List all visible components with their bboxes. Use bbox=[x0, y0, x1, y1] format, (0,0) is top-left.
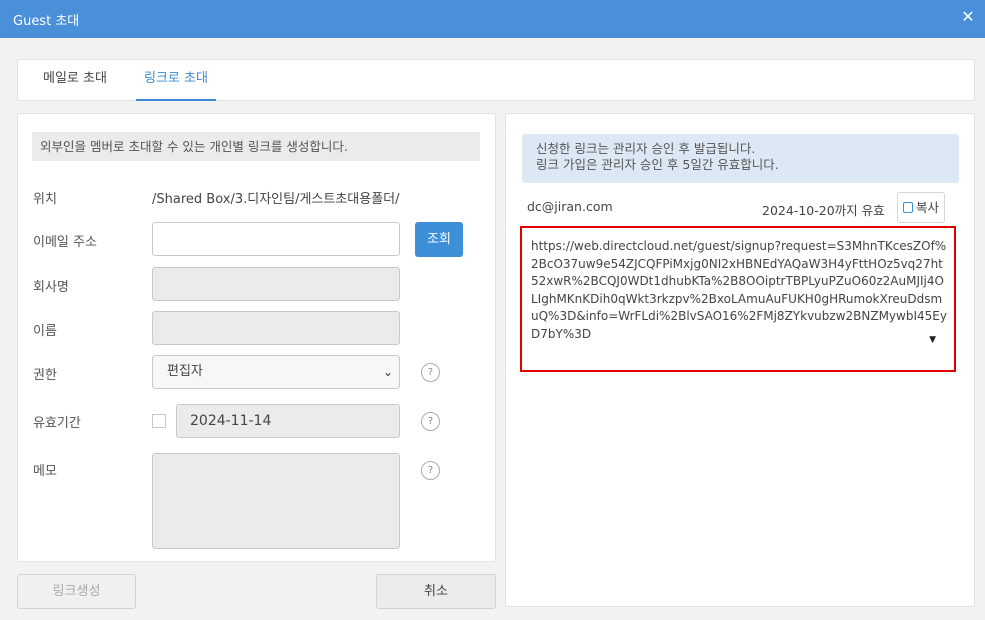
invite-link-url[interactable]: https://web.directcloud.net/guest/signup… bbox=[531, 238, 947, 344]
copy-label: 복사 bbox=[915, 200, 939, 215]
help-icon[interactable]: ? bbox=[421, 412, 440, 431]
expiry-checkbox[interactable] bbox=[152, 414, 166, 428]
expiry-date-input[interactable]: 2024-11-14 bbox=[176, 404, 400, 438]
close-icon[interactable]: ✕ bbox=[961, 8, 975, 26]
permission-label: 권한 bbox=[33, 368, 57, 383]
company-label: 회사명 bbox=[33, 280, 69, 295]
dialog-title: Guest 초대 bbox=[13, 14, 80, 29]
name-input bbox=[152, 311, 400, 345]
dropdown-caret-icon: ▼ bbox=[929, 335, 936, 345]
location-value: /Shared Box/3.디자인팀/게스트초대용폴더/ bbox=[152, 192, 400, 207]
tab-bar: 메일로 초대 링크로 초대 bbox=[17, 59, 975, 101]
invitee-email: dc@jiran.com bbox=[527, 199, 613, 214]
approval-notice: 신청한 링크는 관리자 승인 후 발급됩니다. 링크 가입은 관리자 승인 후 … bbox=[522, 134, 959, 183]
chevron-down-icon: ⌄ bbox=[382, 365, 393, 379]
name-label: 이름 bbox=[33, 324, 57, 339]
company-input bbox=[152, 267, 400, 301]
generate-link-button[interactable]: 링크생성 bbox=[17, 574, 136, 609]
query-button[interactable]: 조회 bbox=[415, 222, 463, 257]
memo-textarea[interactable] bbox=[152, 453, 400, 549]
memo-label: 메모 bbox=[33, 464, 57, 479]
email-label: 이메일 주소 bbox=[33, 235, 97, 250]
cancel-button[interactable]: 취소 bbox=[376, 574, 496, 609]
invite-form-panel: 외부인을 멤버로 초대할 수 있는 개인별 링크를 생성합니다. 위치 /Sha… bbox=[17, 113, 496, 562]
permission-value: 편집자 bbox=[167, 364, 203, 379]
dialog-titlebar: Guest 초대 ✕ bbox=[0, 0, 985, 38]
help-icon[interactable]: ? bbox=[421, 363, 440, 382]
link-valid-until: 2024-10-20까지 유효 bbox=[762, 203, 885, 218]
tab-invite-by-link[interactable]: 링크로 초대 bbox=[136, 60, 216, 101]
info-banner: 외부인을 멤버로 초대할 수 있는 개인별 링크를 생성합니다. bbox=[32, 132, 480, 161]
expiry-label: 유효기간 bbox=[33, 416, 81, 431]
help-icon[interactable]: ? bbox=[421, 461, 440, 480]
invite-link-box[interactable]: https://web.directcloud.net/guest/signup… bbox=[520, 226, 956, 372]
link-result-panel: 신청한 링크는 관리자 승인 후 발급됩니다. 링크 가입은 관리자 승인 후 … bbox=[505, 113, 975, 607]
notice-line: 링크 가입은 관리자 승인 후 5일간 유효합니다. bbox=[536, 157, 779, 172]
tab-invite-by-mail[interactable]: 메일로 초대 bbox=[35, 60, 115, 101]
location-label: 위치 bbox=[33, 192, 57, 207]
copy-icon bbox=[902, 202, 913, 213]
notice-line: 신청한 링크는 관리자 승인 후 발급됩니다. bbox=[536, 141, 756, 156]
email-input[interactable] bbox=[152, 222, 400, 256]
copy-button[interactable]: 복사 bbox=[897, 192, 945, 223]
permission-select[interactable]: 편집자 ⌄ bbox=[152, 355, 400, 389]
